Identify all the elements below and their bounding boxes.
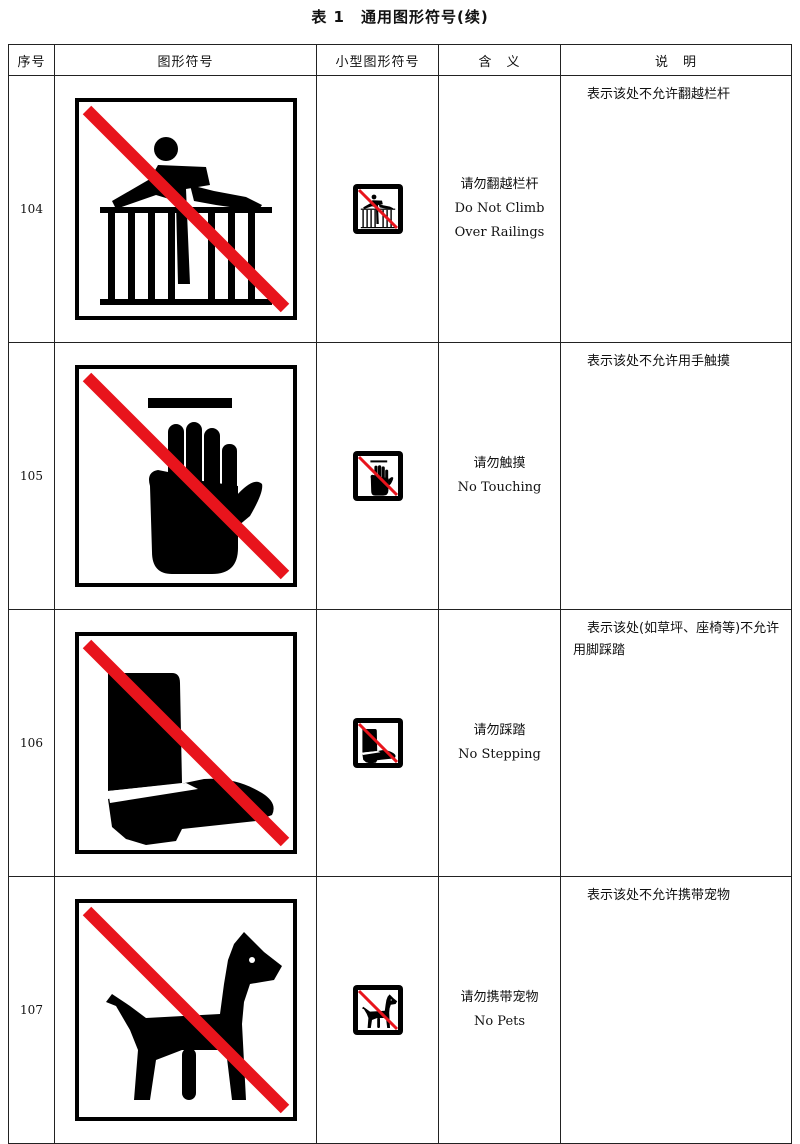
symbol-cell (54, 609, 317, 877)
row-number: 106 (8, 609, 55, 877)
meaning-cell: 请勿翻越栏杆 Do Not Climb Over Railings (438, 75, 561, 343)
meaning-cell: 请勿携带宠物 No Pets (438, 876, 561, 1144)
small-no-touching-icon (352, 451, 403, 501)
small-no-pets-icon (352, 985, 403, 1035)
row-number: 105 (8, 342, 55, 610)
header-num: 序号 (8, 44, 55, 76)
no-pets-icon (74, 899, 297, 1121)
small-symbol-cell (316, 342, 439, 610)
no-touching-icon (74, 365, 297, 587)
header-symbol: 图形符号 (54, 44, 317, 76)
table-row: 105 请勿触摸 No Touching 表示该处不允许用手触摸 (8, 342, 792, 610)
symbol-cell (54, 75, 317, 343)
meaning-en: Over Railings (454, 225, 545, 240)
header-description: 说 明 (560, 44, 792, 76)
row-number: 104 (8, 75, 55, 343)
meaning-en: Do Not Climb (454, 201, 545, 216)
meaning-en: No Pets (473, 1014, 526, 1029)
table-row: 107 请勿携带宠物 No Pets 表示该处不允许携带宠物 (8, 876, 792, 1144)
description-text: 表示该处不允许翻越栏杆 (587, 87, 731, 102)
table-row: 104 请勿翻越栏杆 Do Not Climb Over Railings 表示… (8, 75, 792, 343)
meaning-cell: 请勿触摸 No Touching (438, 342, 561, 610)
meaning-zh: 请勿踩踏 (473, 723, 526, 738)
meaning-en: No Stepping (458, 747, 541, 762)
small-symbol-cell (316, 609, 439, 877)
meaning-zh: 请勿携带宠物 (460, 990, 539, 1005)
small-no-climbing-railings-icon (352, 184, 403, 234)
no-climbing-railings-icon (74, 98, 297, 320)
meaning-en: No Touching (457, 480, 542, 495)
symbol-cell (54, 342, 317, 610)
small-no-stepping-icon (352, 718, 403, 768)
description-text: 表示该处不允许用手触摸 (587, 354, 731, 369)
description-cell: 表示该处不允许用手触摸 (560, 342, 792, 610)
meaning-zh: 请勿触摸 (473, 456, 526, 471)
small-symbol-cell (316, 876, 439, 1144)
description-cell: 表示该处不允许携带宠物 (560, 876, 792, 1144)
meaning-zh: 请勿翻越栏杆 (460, 177, 539, 192)
description-text: 表示该处不允许携带宠物 (587, 888, 731, 903)
description-text: 表示该处(如草坪、座椅等)不允许用脚踩踏 (573, 621, 780, 658)
description-cell: 表示该处不允许翻越栏杆 (560, 75, 792, 343)
row-number: 107 (8, 876, 55, 1144)
no-stepping-icon (74, 632, 297, 854)
meaning-cell: 请勿踩踏 No Stepping (438, 609, 561, 877)
table-title: 表 1 通用图形符号(续) (311, 8, 489, 26)
small-symbol-cell (316, 75, 439, 343)
symbol-cell (54, 876, 317, 1144)
table-header-row: 序号 图形符号 小型图形符号 含 义 说 明 (8, 44, 792, 76)
header-small-symbol: 小型图形符号 (316, 44, 439, 76)
table-row: 106 请勿踩踏 No Stepping 表示该处(如草坪、座椅等)不允许用脚踩… (8, 609, 792, 877)
description-cell: 表示该处(如草坪、座椅等)不允许用脚踩踏 (560, 609, 792, 877)
header-meaning: 含 义 (438, 44, 561, 76)
symbols-table: 序号 图形符号 小型图形符号 含 义 说 明 104 请勿翻越栏杆 Do Not… (8, 44, 792, 1144)
